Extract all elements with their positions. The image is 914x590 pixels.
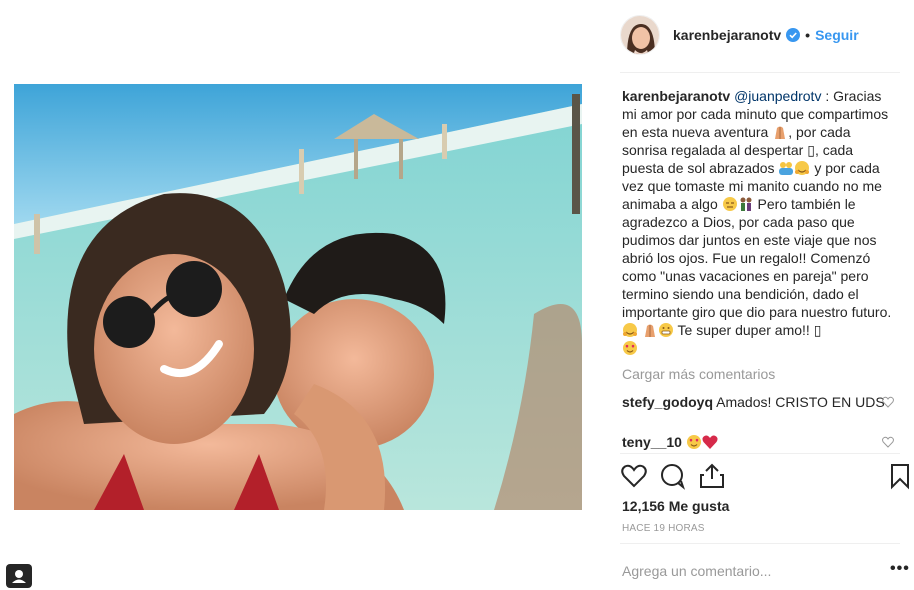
post-timestamp[interactable]: HACE 19 HORAS: [622, 523, 705, 534]
heart-eyes-emoji-icon: [686, 435, 701, 449]
caption-author[interactable]: karenbejaranotv: [622, 88, 730, 104]
comment-item: teny__10: [622, 433, 902, 451]
comment-item: stefy_godoyq Amados! CRISTO EN UDS: [622, 393, 902, 411]
caption-mention[interactable]: @juanpedrotv: [734, 88, 821, 104]
couple-hug-emoji-icon: [779, 162, 794, 175]
avatar[interactable]: [620, 15, 660, 55]
post-header: karenbejaranotv • Seguir: [620, 14, 900, 56]
hands-pressed-emoji-icon: [644, 324, 655, 337]
header-divider: [620, 72, 900, 73]
post-sidebar: karenbejaranotv • Seguir karenbejaranotv…: [608, 0, 914, 590]
hands-pressed-emoji-icon: [775, 126, 786, 139]
likes-count[interactable]: 12,156 Me gusta: [622, 498, 729, 514]
grinning-face-emoji-icon: [658, 323, 673, 337]
follow-button[interactable]: Seguir: [815, 27, 859, 43]
heart-icon[interactable]: [620, 462, 648, 490]
comment-icon[interactable]: [658, 462, 686, 490]
separator-dot: •: [805, 27, 811, 43]
gallery-icon[interactable]: [6, 564, 32, 588]
heart-eyes-emoji-icon: [623, 341, 637, 355]
add-comment-input[interactable]: Agrega un comentario...: [622, 563, 771, 579]
comment-username[interactable]: teny__10: [622, 434, 682, 450]
caption-placeholder-1: ▯: [807, 142, 815, 158]
verified-badge-icon: [786, 28, 801, 42]
comment-username[interactable]: stefy_godoyq: [622, 394, 713, 410]
hugging-face-emoji-icon: [623, 323, 637, 337]
post-actions: [620, 462, 910, 490]
comment-box-divider: [620, 543, 900, 544]
selfie-beach-image: [14, 84, 582, 510]
caption-placeholder-2: ▯: [813, 322, 822, 338]
caption-text-5: Pero también le agradezco a Dios, por ca…: [622, 196, 892, 320]
bookmark-icon[interactable]: [886, 462, 914, 490]
load-more-comments[interactable]: Cargar más comentarios: [622, 366, 775, 382]
share-icon[interactable]: [698, 462, 726, 490]
post-photo[interactable]: [14, 84, 582, 510]
author-username[interactable]: karenbejaranotv: [673, 27, 781, 43]
caption-text-6: Te super duper amo!!: [673, 322, 814, 338]
hugging-face-emoji-icon: [795, 161, 810, 175]
actions-divider: [620, 453, 900, 454]
post-caption: karenbejaranotv @juanpedrotv : Gracias m…: [622, 87, 894, 357]
comment-like-icon[interactable]: [882, 396, 894, 408]
more-options-button[interactable]: •••: [890, 560, 910, 578]
pensive-face-emoji-icon: [722, 197, 737, 211]
comment-like-icon[interactable]: [882, 436, 894, 448]
heart-emoji-icon: [702, 435, 718, 449]
comment-text: Amados! CRISTO EN UDS: [716, 394, 885, 410]
couple-holding-hands-emoji-icon: [740, 197, 752, 211]
